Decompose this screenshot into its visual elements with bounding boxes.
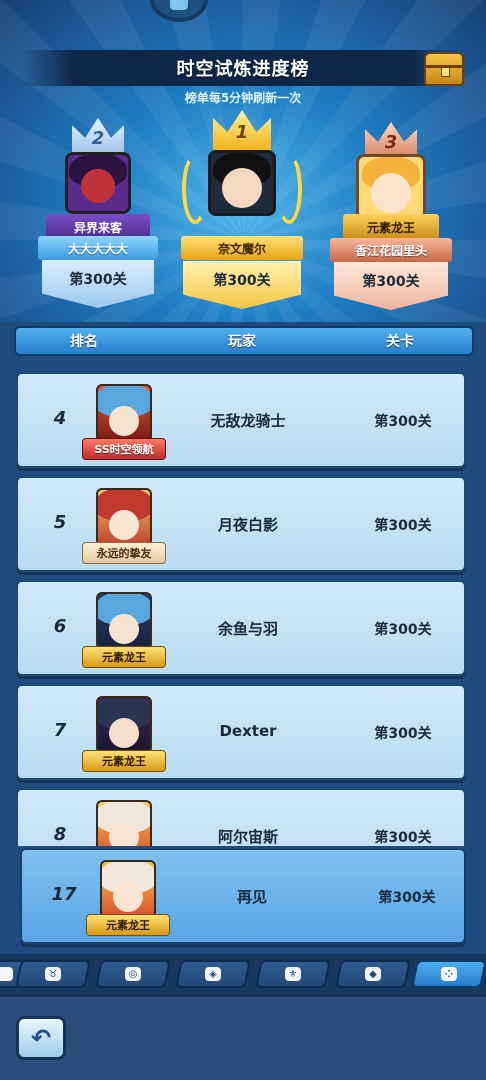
back-button[interactable]: ↶: [16, 1016, 66, 1060]
table-header: 排名 玩家 关卡: [14, 326, 474, 356]
back-arrow-icon: ↶: [30, 1024, 52, 1052]
my-rank-row[interactable]: 17 元素龙王 再见 第300关: [20, 848, 466, 944]
row-rank: 17: [51, 884, 77, 905]
tab-horned-helmet[interactable]: ♉: [15, 960, 91, 988]
demon-mask-icon: [81, 168, 115, 203]
crest-card-icon: ⚜: [285, 967, 301, 981]
avatar-art: [96, 800, 152, 846]
podium-rank-1[interactable]: 1 奈文魔尔 第300关: [174, 106, 310, 309]
shield-card-icon: ◆: [365, 967, 381, 981]
avatar-art: [96, 592, 152, 650]
title-tag: 元素龙王: [82, 750, 166, 772]
avatar: 元素龙王: [86, 860, 170, 940]
player-level: 第300关: [374, 830, 432, 846]
table-row[interactable]: 7 元素龙王 Dexter 第300关: [16, 684, 466, 780]
treasure-chest-icon[interactable]: [424, 52, 464, 86]
row-rank: 4: [53, 408, 67, 429]
title-tag: 元素龙王: [86, 914, 170, 936]
level-shield: 第300关: [183, 261, 301, 309]
avatar-face: [371, 173, 411, 213]
title-tag: SS时空领航: [82, 438, 166, 460]
avatar-face: [222, 167, 262, 208]
avatar: 元素龙王: [82, 696, 166, 776]
player-name: 月夜白影: [217, 516, 278, 534]
avatar: [82, 800, 166, 846]
tab-shield-card[interactable]: ◆: [335, 960, 411, 988]
footer: [0, 994, 486, 1080]
title-tag: 元素龙王: [82, 646, 166, 668]
row-rank: 6: [53, 616, 67, 637]
laurel-right-icon: [276, 154, 302, 224]
podium-rank-2[interactable]: 2 异界来客 大大大大大 第300关: [34, 112, 162, 312]
podium-rank-number: 2: [91, 128, 105, 149]
level-shield: 第300关: [42, 260, 154, 308]
player-level: 第300关: [374, 726, 432, 742]
page-title: 时空试炼进度榜: [176, 59, 310, 80]
player-level: 第300关: [378, 890, 436, 906]
avatar: SS时空领航: [82, 384, 166, 464]
podium-rank-number: 3: [384, 132, 398, 153]
row-rank: 8: [53, 824, 67, 845]
avatar-art: [96, 384, 152, 442]
column-rank: 排名: [70, 334, 98, 350]
ranking-list[interactable]: 4 SS时空领航 无敌龙骑士 第300关 5 永远的挚友 月夜白影 第300关 …: [0, 362, 486, 846]
row-rank: 5: [53, 512, 67, 533]
avatar: [356, 154, 426, 220]
avatar: [65, 152, 131, 214]
horned-helmet-icon: ♉: [45, 967, 61, 981]
table-row[interactable]: 5 永远的挚友 月夜白影 第300关: [16, 476, 466, 572]
gem-card-icon: ◈: [205, 967, 221, 981]
title-bar: 时空试炼进度榜: [20, 50, 466, 86]
player-name: 阿尔宙斯: [217, 828, 278, 846]
tab-gem-card[interactable]: ◈: [175, 960, 251, 988]
player-name: 大大大大大: [38, 236, 158, 260]
player-name: 无敌龙骑士: [210, 412, 286, 430]
avatar-art: [96, 488, 152, 546]
player-level: 第300关: [374, 518, 432, 534]
table-row[interactable]: 8 阿尔宙斯 第300关: [16, 788, 466, 846]
player-name: 奈文魔尔: [181, 236, 303, 260]
column-player: 玩家: [228, 334, 256, 350]
column-level: 关卡: [386, 334, 414, 350]
tab-portal-card[interactable]: ◎: [95, 960, 171, 988]
podium-rank-3[interactable]: 3 元素龙王 香江花园里头 第300关: [326, 118, 456, 318]
player-name: 香江花园里头: [330, 238, 452, 262]
avatar-art: [96, 696, 152, 754]
portal-card-icon: ◎: [125, 967, 141, 981]
tab-icon: [0, 967, 13, 981]
player-name: 余鱼与羽: [217, 620, 278, 638]
row-rank: 7: [53, 720, 67, 741]
player-level: 第300关: [374, 414, 432, 430]
avatar: 元素龙王: [82, 592, 166, 672]
leaderboard-hero: 时空试炼进度榜 榜单每5分钟刷新一次 2 异界来客 大大大大大 第300关 1 …: [0, 0, 486, 330]
tab-crest-card[interactable]: ⚜: [255, 960, 331, 988]
player-name: Dexter: [219, 722, 277, 740]
table-row[interactable]: 6 元素龙王 余鱼与羽 第300关: [16, 580, 466, 676]
player-level: 第300关: [374, 622, 432, 638]
scatter-icon: ⁘: [441, 967, 457, 981]
podium-rank-number: 1: [235, 122, 249, 143]
tab-scatter[interactable]: ⁘: [411, 960, 486, 988]
title-badge: 元素龙王: [343, 214, 439, 240]
avatar: 永远的挚友: [82, 488, 166, 568]
title-tag: 永远的挚友: [82, 542, 166, 564]
refresh-note: 榜单每5分钟刷新一次: [184, 91, 302, 105]
laurel-left-icon: [182, 154, 208, 224]
level-shield: 第300关: [334, 262, 448, 310]
player-name: 再见: [236, 888, 267, 906]
avatar-art: [100, 860, 156, 918]
table-row[interactable]: 4 SS时空领航 无敌龙骑士 第300关: [16, 372, 466, 468]
avatar: [208, 150, 276, 216]
